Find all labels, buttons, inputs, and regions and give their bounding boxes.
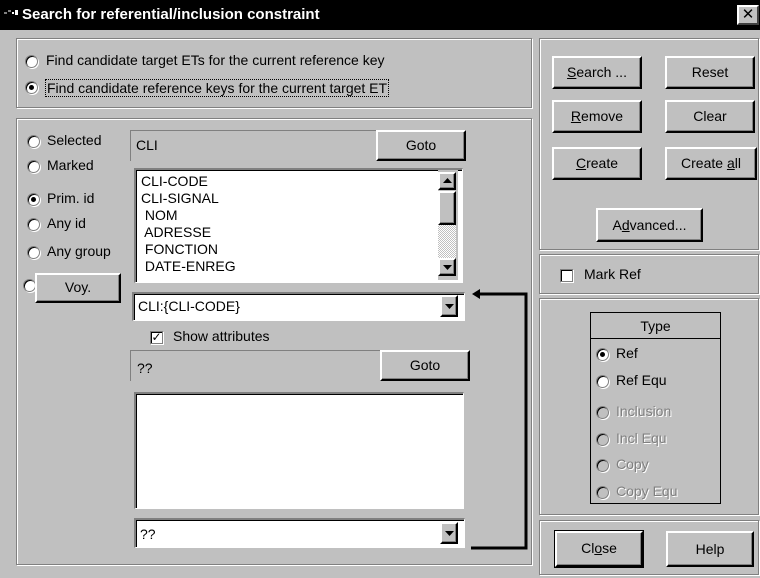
close-button-key: o bbox=[594, 540, 603, 556]
list-item[interactable]: CLI-CODE bbox=[141, 173, 436, 190]
advanced-button-pre: A bbox=[612, 217, 622, 233]
scope-radio-marked[interactable] bbox=[27, 160, 40, 173]
show-attributes-checkbox[interactable]: ✓ bbox=[150, 331, 163, 344]
list-item[interactable]: FONCTION bbox=[141, 241, 436, 258]
help-button[interactable]: Help bbox=[666, 531, 754, 567]
scroll-thumb[interactable] bbox=[438, 191, 456, 225]
create-all-button[interactable]: Create all bbox=[665, 147, 757, 180]
mode-group bbox=[16, 38, 532, 108]
mode-radio-target-ets[interactable] bbox=[25, 55, 38, 68]
title-bar[interactable]: Search for referential/inclusion constra… bbox=[0, 0, 760, 30]
scroll-down-arrow-icon[interactable] bbox=[438, 258, 456, 276]
create-all-button-post: ll bbox=[734, 155, 741, 171]
voy-button[interactable]: Voy. bbox=[35, 273, 121, 303]
type-radio-ref[interactable] bbox=[596, 348, 609, 361]
advanced-button[interactable]: Advanced... bbox=[596, 208, 703, 242]
upper-goto-button[interactable]: Goto bbox=[376, 130, 466, 161]
upper-listbox[interactable]: CLI-CODE CLI-SIGNAL NOM ADRESSE FONCTION … bbox=[134, 168, 463, 283]
list-item[interactable]: DATE-ENREG bbox=[141, 258, 436, 275]
create-all-button-key: a bbox=[726, 155, 735, 171]
lower-et-field-value: ?? bbox=[137, 360, 153, 376]
advanced-button-key: d bbox=[621, 217, 630, 233]
create-all-button-pre: Create bbox=[681, 155, 727, 171]
lower-listbox[interactable] bbox=[134, 392, 464, 509]
close-button-post: se bbox=[602, 540, 617, 556]
scope-radio-any-id[interactable] bbox=[27, 218, 40, 231]
type-radio-copy[interactable] bbox=[596, 459, 609, 472]
window-title: Search for referential/inclusion constra… bbox=[22, 6, 320, 23]
advanced-button-post: vanced... bbox=[629, 217, 687, 233]
lower-et-field[interactable]: ?? bbox=[130, 350, 380, 381]
scope-label-selected: Selected bbox=[47, 132, 102, 148]
mode-label-reference-keys: Find candidate reference keys for the cu… bbox=[44, 79, 390, 97]
type-label-inclusion: Inclusion bbox=[616, 403, 672, 419]
remove-button[interactable]: Remove bbox=[552, 100, 642, 133]
create-button-key: C bbox=[575, 155, 587, 171]
scope-radio-any-group[interactable] bbox=[27, 246, 40, 259]
type-label-ref-equ: Ref Equ bbox=[616, 372, 667, 388]
search-button-key: S bbox=[567, 64, 577, 80]
scope-label-prim-id: Prim. id bbox=[47, 190, 95, 206]
clear-button[interactable]: Clear bbox=[665, 100, 755, 133]
type-label-incl-equ: Incl Equ bbox=[616, 430, 667, 446]
scope-label-any-id: Any id bbox=[47, 215, 86, 231]
type-label-copy-equ: Copy Equ bbox=[616, 483, 678, 499]
upper-et-field[interactable]: CLI bbox=[130, 130, 376, 161]
close-icon[interactable]: ✕ bbox=[737, 5, 759, 25]
scope-radio-prim-id[interactable] bbox=[27, 193, 40, 206]
scope-label-marked: Marked bbox=[47, 157, 94, 173]
type-radio-ref-equ[interactable] bbox=[596, 375, 609, 388]
type-radio-copy-equ[interactable] bbox=[596, 486, 609, 499]
upper-et-field-value: CLI bbox=[136, 137, 158, 153]
list-item[interactable]: ADRESSE bbox=[141, 224, 436, 241]
type-label-ref: Ref bbox=[616, 345, 638, 361]
type-radio-incl-equ[interactable] bbox=[596, 433, 609, 446]
close-button[interactable]: Close bbox=[554, 530, 644, 568]
upper-key-combobox[interactable]: CLI:{CLI-CODE} bbox=[132, 292, 465, 321]
upper-list-items: CLI-CODE CLI-SIGNAL NOM ADRESSE FONCTION … bbox=[141, 173, 436, 275]
list-item[interactable]: CLI-SIGNAL bbox=[141, 190, 436, 207]
lower-key-combobox-value: ?? bbox=[140, 526, 156, 542]
scroll-up-arrow-icon[interactable] bbox=[438, 172, 456, 190]
search-button-post: earch ... bbox=[576, 64, 627, 80]
scroll-track[interactable] bbox=[438, 225, 456, 258]
lower-goto-button[interactable]: Goto bbox=[380, 350, 470, 381]
mark-ref-checkbox[interactable] bbox=[560, 269, 573, 282]
type-label-copy: Copy bbox=[616, 456, 649, 472]
app-icon bbox=[4, 10, 18, 15]
lower-key-combobox[interactable]: ?? bbox=[134, 518, 465, 548]
show-attributes-label: Show attributes bbox=[173, 328, 270, 344]
chevron-down-icon[interactable] bbox=[440, 295, 458, 317]
connector-arrow-icon bbox=[471, 289, 528, 550]
chevron-down-icon[interactable] bbox=[440, 522, 458, 544]
create-button[interactable]: Create bbox=[552, 147, 642, 180]
type-divider bbox=[590, 338, 721, 339]
search-button[interactable]: Search ... bbox=[552, 56, 642, 89]
reset-button[interactable]: Reset bbox=[665, 56, 755, 89]
mode-label-target-ets: Find candidate target ETs for the curren… bbox=[46, 52, 385, 68]
mark-ref-label: Mark Ref bbox=[584, 266, 641, 282]
list-item[interactable]: NOM bbox=[141, 207, 436, 224]
close-button-pre: Cl bbox=[581, 540, 595, 556]
mode-radio-reference-keys[interactable] bbox=[25, 81, 38, 94]
scope-radio-selected[interactable] bbox=[27, 135, 40, 148]
type-radio-inclusion[interactable] bbox=[596, 406, 609, 419]
type-title: Type bbox=[640, 318, 671, 334]
create-button-post: reate bbox=[586, 155, 619, 171]
upper-key-combobox-value: CLI:{CLI-CODE} bbox=[138, 298, 240, 314]
remove-button-post: emove bbox=[581, 108, 624, 124]
remove-button-key: R bbox=[570, 108, 582, 124]
upper-scrollbar[interactable] bbox=[438, 170, 458, 280]
scope-label-any-group: Any group bbox=[47, 243, 111, 259]
